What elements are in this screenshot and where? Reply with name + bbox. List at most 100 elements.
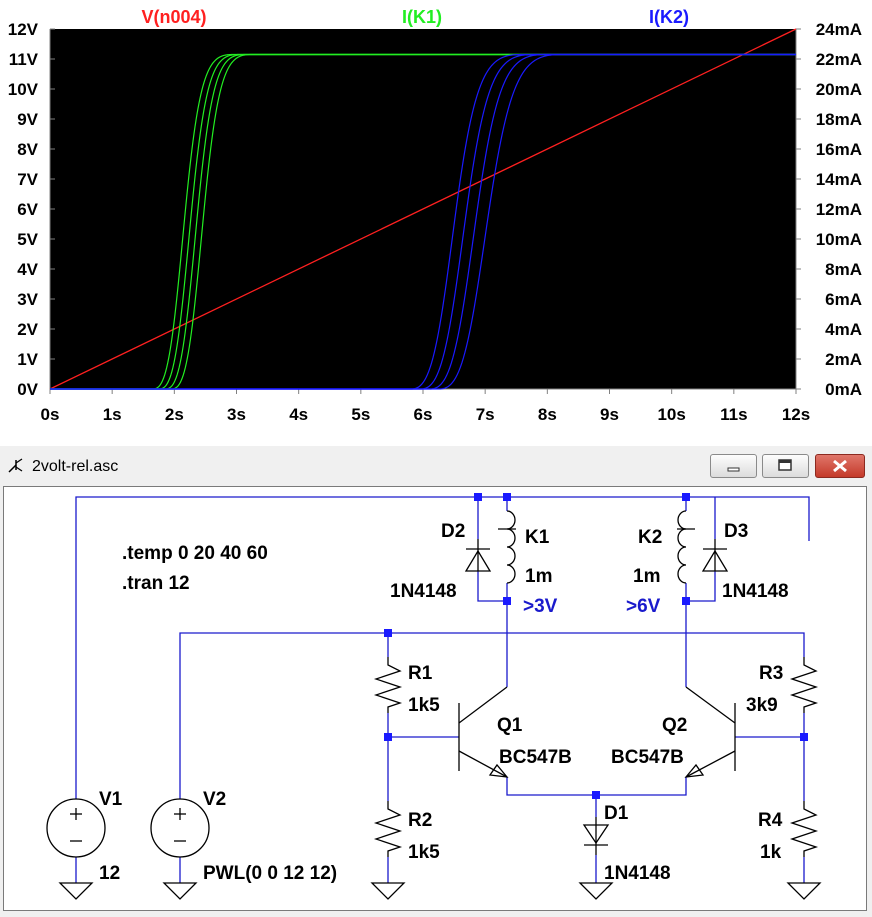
schematic-drawing[interactable]: .temp 0 20 40 60 .tran 12 D2 1N4148 K1 1… (4, 487, 866, 910)
right-axis-tick-label: 18mA (816, 110, 862, 129)
schematic-canvas[interactable]: .temp 0 20 40 60 .tran 12 D2 1N4148 K1 1… (3, 486, 867, 911)
resistor-r3-symbol[interactable] (789, 657, 819, 713)
junction-node (800, 733, 808, 741)
r3-name-label[interactable]: R3 (759, 663, 783, 684)
right-axis-tick-label: 4mA (825, 320, 862, 339)
waveform-plot[interactable]: V(n004) I(K1) I(K2) 0V 1V 2V 3V 4V 5V 6V 7V 8V 9V 10… (0, 0, 872, 430)
x-axis-tick-label: 6s (414, 405, 433, 424)
diode-d2-symbol[interactable] (464, 539, 492, 572)
inductor-k1-symbol[interactable] (498, 510, 516, 584)
transistor-q2-symbol[interactable] (684, 686, 736, 778)
spice-directive-tran[interactable]: .tran 12 (122, 573, 190, 594)
x-axis-tick-label: 5s (351, 405, 370, 424)
left-axis-tick-label: 12V (8, 20, 39, 39)
schematic-window[interactable]: 2volt-rel.asc .temp 0 20 40 60 .tran 12 … (0, 446, 872, 917)
maximize-icon (778, 459, 792, 471)
q2-name-label[interactable]: Q2 (662, 715, 687, 736)
resistor-r2-symbol[interactable] (373, 801, 403, 857)
ground-icon (58, 882, 94, 900)
resistor-r4-symbol[interactable] (789, 801, 819, 857)
voltage-source-v1-symbol[interactable] (46, 798, 106, 858)
diode-d3-symbol[interactable] (701, 539, 729, 572)
junction-node (682, 597, 690, 605)
right-axis-tick-label: 12mA (816, 200, 862, 219)
right-axis-tick-label: 16mA (816, 140, 862, 159)
left-axis-tick-label: 9V (17, 110, 38, 129)
left-axis-tick-label: 8V (17, 140, 38, 159)
r4-value-label[interactable]: 1k (760, 842, 782, 863)
x-axis-tick-label: 10s (657, 405, 685, 424)
k2-threshold-label[interactable]: >6V (626, 596, 661, 617)
d2-value-label[interactable]: 1N4148 (390, 581, 457, 602)
x-axis-tick-label: 4s (289, 405, 308, 424)
x-axis-tick-label: 7s (476, 405, 495, 424)
v2-name-label[interactable]: V2 (203, 789, 226, 810)
k2-name-label[interactable]: K2 (638, 527, 662, 548)
wire-mid-rail (179, 632, 805, 799)
trace-label[interactable]: I(K2) (649, 7, 689, 27)
x-axis-tick-label: 2s (165, 405, 184, 424)
r2-name-label[interactable]: R2 (408, 810, 432, 831)
k1-threshold-label[interactable]: >3V (523, 596, 558, 617)
q1-value-label[interactable]: BC547B (499, 747, 572, 768)
r1-value-label[interactable]: 1k5 (408, 695, 440, 716)
r1-name-label[interactable]: R1 (408, 663, 433, 684)
d3-name-label[interactable]: D3 (724, 521, 748, 542)
v1-name-label[interactable]: V1 (99, 789, 123, 810)
r3-value-label[interactable]: 3k9 (746, 695, 778, 716)
r2-value-label[interactable]: 1k5 (408, 842, 440, 863)
ground-icon (578, 882, 614, 900)
ground-icon (786, 882, 822, 900)
left-axis-tick-label: 6V (17, 200, 38, 219)
right-axis-tick-label: 20mA (816, 80, 862, 99)
d3-value-label[interactable]: 1N4148 (722, 581, 789, 602)
right-axis-tick-label: 14mA (816, 170, 862, 189)
trace-label[interactable]: V(n004) (141, 7, 206, 27)
voltage-source-v2-symbol[interactable] (150, 798, 210, 858)
d1-value-label[interactable]: 1N4148 (604, 863, 671, 884)
waveform-plot-pane[interactable]: V(n004) I(K1) I(K2) 0V 1V 2V 3V 4V 5V 6V 7V 8V 9V 10… (0, 0, 872, 430)
v1-value-label[interactable]: 12 (99, 863, 120, 884)
left-axis-tick-label: 10V (8, 80, 39, 99)
right-axis-tick-label: 24mA (816, 20, 862, 39)
x-axis-tick-label: 3s (227, 405, 246, 424)
x-axis-tick-label: 12s (782, 405, 810, 424)
k1-value-label[interactable]: 1m (525, 566, 552, 587)
right-axis-tick-label: 10mA (816, 230, 862, 249)
minimize-icon (727, 467, 740, 472)
right-axis-tick-label: 0mA (825, 380, 862, 399)
junction-node (384, 733, 392, 741)
minimize-button[interactable] (710, 454, 757, 478)
k1-name-label[interactable]: K1 (525, 527, 550, 548)
k2-value-label[interactable]: 1m (633, 566, 660, 587)
left-axis-tick-label: 7V (17, 170, 38, 189)
junction-node (474, 493, 482, 501)
left-axis-tick-label: 11V (9, 50, 39, 69)
spice-directive-temp[interactable]: .temp 0 20 40 60 (122, 543, 268, 564)
inductor-k2-symbol[interactable] (677, 510, 695, 584)
d2-name-label[interactable]: D2 (441, 521, 465, 542)
x-axis-tick-label: 9s (600, 405, 619, 424)
close-button[interactable] (815, 454, 865, 478)
right-axis-tick-label: 2mA (825, 350, 862, 369)
ground-icon (162, 882, 198, 900)
close-icon (833, 459, 847, 473)
left-axis-tick-label: 4V (17, 260, 38, 279)
window-titlebar[interactable]: 2volt-rel.asc (0, 446, 872, 484)
r4-name-label[interactable]: R4 (758, 810, 783, 831)
left-axis-tick-label: 0V (17, 380, 38, 399)
trace-label[interactable]: I(K1) (402, 7, 442, 27)
junction-node (503, 493, 511, 501)
left-axis-tick-label: 1V (17, 350, 38, 369)
q2-value-label[interactable]: BC547B (611, 747, 684, 768)
schematic-icon (8, 458, 23, 473)
d1-name-label[interactable]: D1 (604, 803, 629, 824)
x-axis-tick-label: 1s (103, 405, 122, 424)
left-axis-tick-label: 3V (17, 290, 38, 309)
resistor-r1-symbol[interactable] (373, 657, 403, 713)
maximize-button[interactable] (762, 454, 809, 478)
junction-node (503, 597, 511, 605)
right-axis-tick-label: 22mA (816, 50, 862, 69)
v2-value-label[interactable]: PWL(0 0 12 12) (203, 863, 337, 884)
q1-name-label[interactable]: Q1 (497, 715, 523, 736)
